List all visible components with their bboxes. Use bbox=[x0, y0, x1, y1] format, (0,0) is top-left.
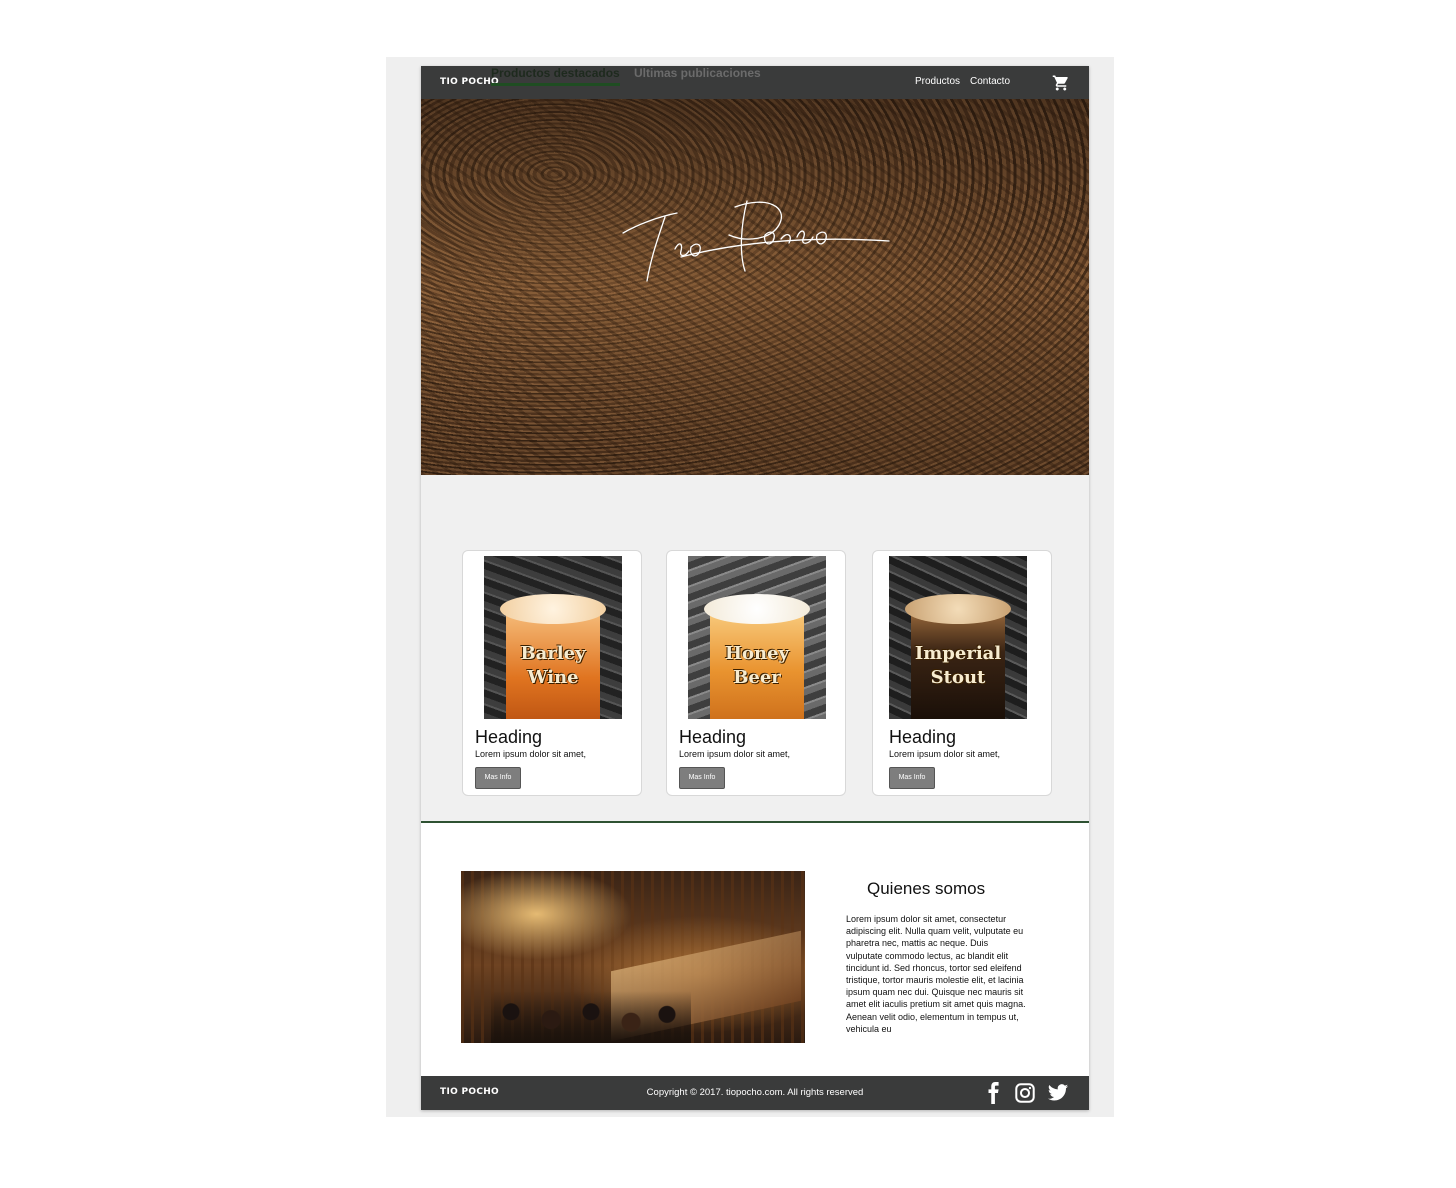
nav-link-productos[interactable]: Productos bbox=[915, 76, 960, 87]
product-heading: Heading bbox=[475, 727, 543, 747]
product-description: Lorem ipsum dolor sit amet, bbox=[889, 749, 1001, 759]
mas-info-button[interactable]: Mas Info bbox=[889, 767, 935, 789]
product-image-honey-beer: Honey Beer bbox=[688, 556, 826, 719]
product-card: Imperial Stout Heading Lorem ipsum dolor … bbox=[872, 550, 1052, 796]
product-card: Barley Wine Heading Lorem ipsum dolor sit… bbox=[462, 550, 642, 796]
instagram-icon[interactable] bbox=[1014, 1082, 1036, 1104]
product-image-label-line2: Stout bbox=[930, 667, 986, 688]
product-description: Lorem ipsum dolor sit amet, bbox=[475, 749, 587, 759]
tab-productos-destacados[interactable]: Productos destacados bbox=[491, 66, 620, 86]
about-text: Lorem ipsum dolor sit amet, consectetur … bbox=[846, 914, 1026, 1034]
product-heading: Heading bbox=[889, 727, 957, 747]
product-image-label-line1: Barley bbox=[520, 643, 586, 664]
facebook-icon[interactable] bbox=[983, 1082, 1005, 1104]
product-image-label-line1: Imperial bbox=[914, 643, 1002, 664]
about-title: Quienes somos bbox=[867, 879, 986, 898]
product-card: Honey Beer Heading Lorem ipsum dolor sit … bbox=[666, 550, 846, 796]
product-image-barley-wine: Barley Wine bbox=[484, 556, 622, 719]
signature-logo bbox=[622, 200, 890, 282]
product-image-label-line2: Beer bbox=[733, 667, 781, 688]
product-description: Lorem ipsum dolor sit amet, bbox=[679, 749, 791, 759]
hero-banner bbox=[421, 99, 1089, 475]
product-image-label-line2: Wine bbox=[527, 667, 579, 688]
product-heading: Heading bbox=[679, 727, 747, 747]
mas-info-button[interactable]: Mas Info bbox=[475, 767, 521, 789]
footer: TIO POCHO Copyright © 2017. tiopocho.com… bbox=[421, 1076, 1089, 1110]
product-image-label-line1: Honey bbox=[724, 643, 789, 664]
mas-info-button[interactable]: Mas Info bbox=[679, 767, 725, 789]
nav-link-contacto[interactable]: Contacto bbox=[970, 76, 1010, 87]
website-page: TIO POCHO Productos Contacto Productos d… bbox=[421, 66, 1089, 1110]
bar-interior-photo bbox=[461, 871, 805, 1043]
cart-icon[interactable] bbox=[1052, 74, 1070, 92]
tab-ultimas-publicaciones[interactable]: Ultimas publicaciones bbox=[634, 66, 761, 80]
product-image-imperial-stout: Imperial Stout bbox=[889, 556, 1027, 719]
twitter-icon[interactable] bbox=[1047, 1082, 1069, 1104]
about-section: Quienes somos Lorem ipsum dolor sit amet… bbox=[421, 823, 1089, 1076]
